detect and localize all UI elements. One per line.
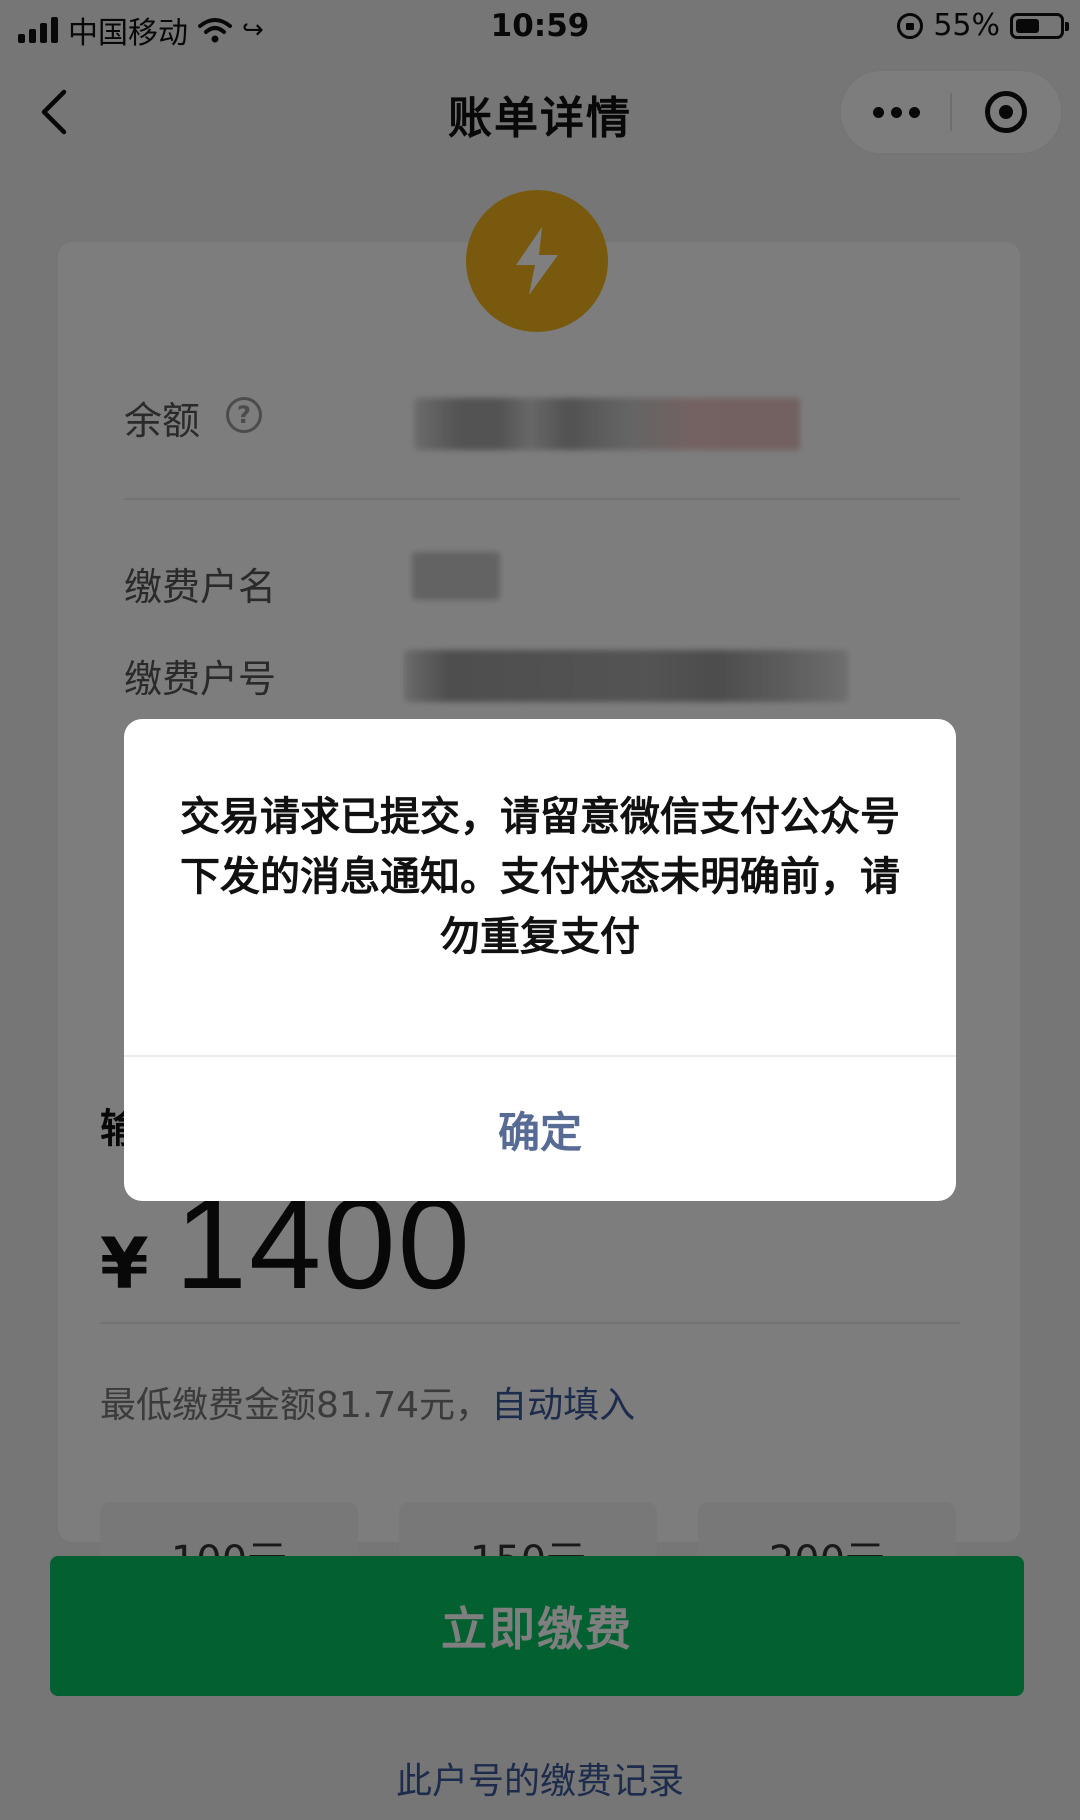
bill-detail-screen: 中国移动 ↪ 10:59 55% 账单详情 <box>0 0 1080 1820</box>
confirm-button[interactable]: 确定 <box>124 1057 956 1201</box>
dialog-message: 交易请求已提交，请留意微信支付公众号下发的消息通知。支付状态未明确前，请勿重复支… <box>180 794 900 960</box>
payment-submitted-dialog: 交易请求已提交，请留意微信支付公众号下发的消息通知。支付状态未明确前，请勿重复支… <box>124 719 956 1201</box>
